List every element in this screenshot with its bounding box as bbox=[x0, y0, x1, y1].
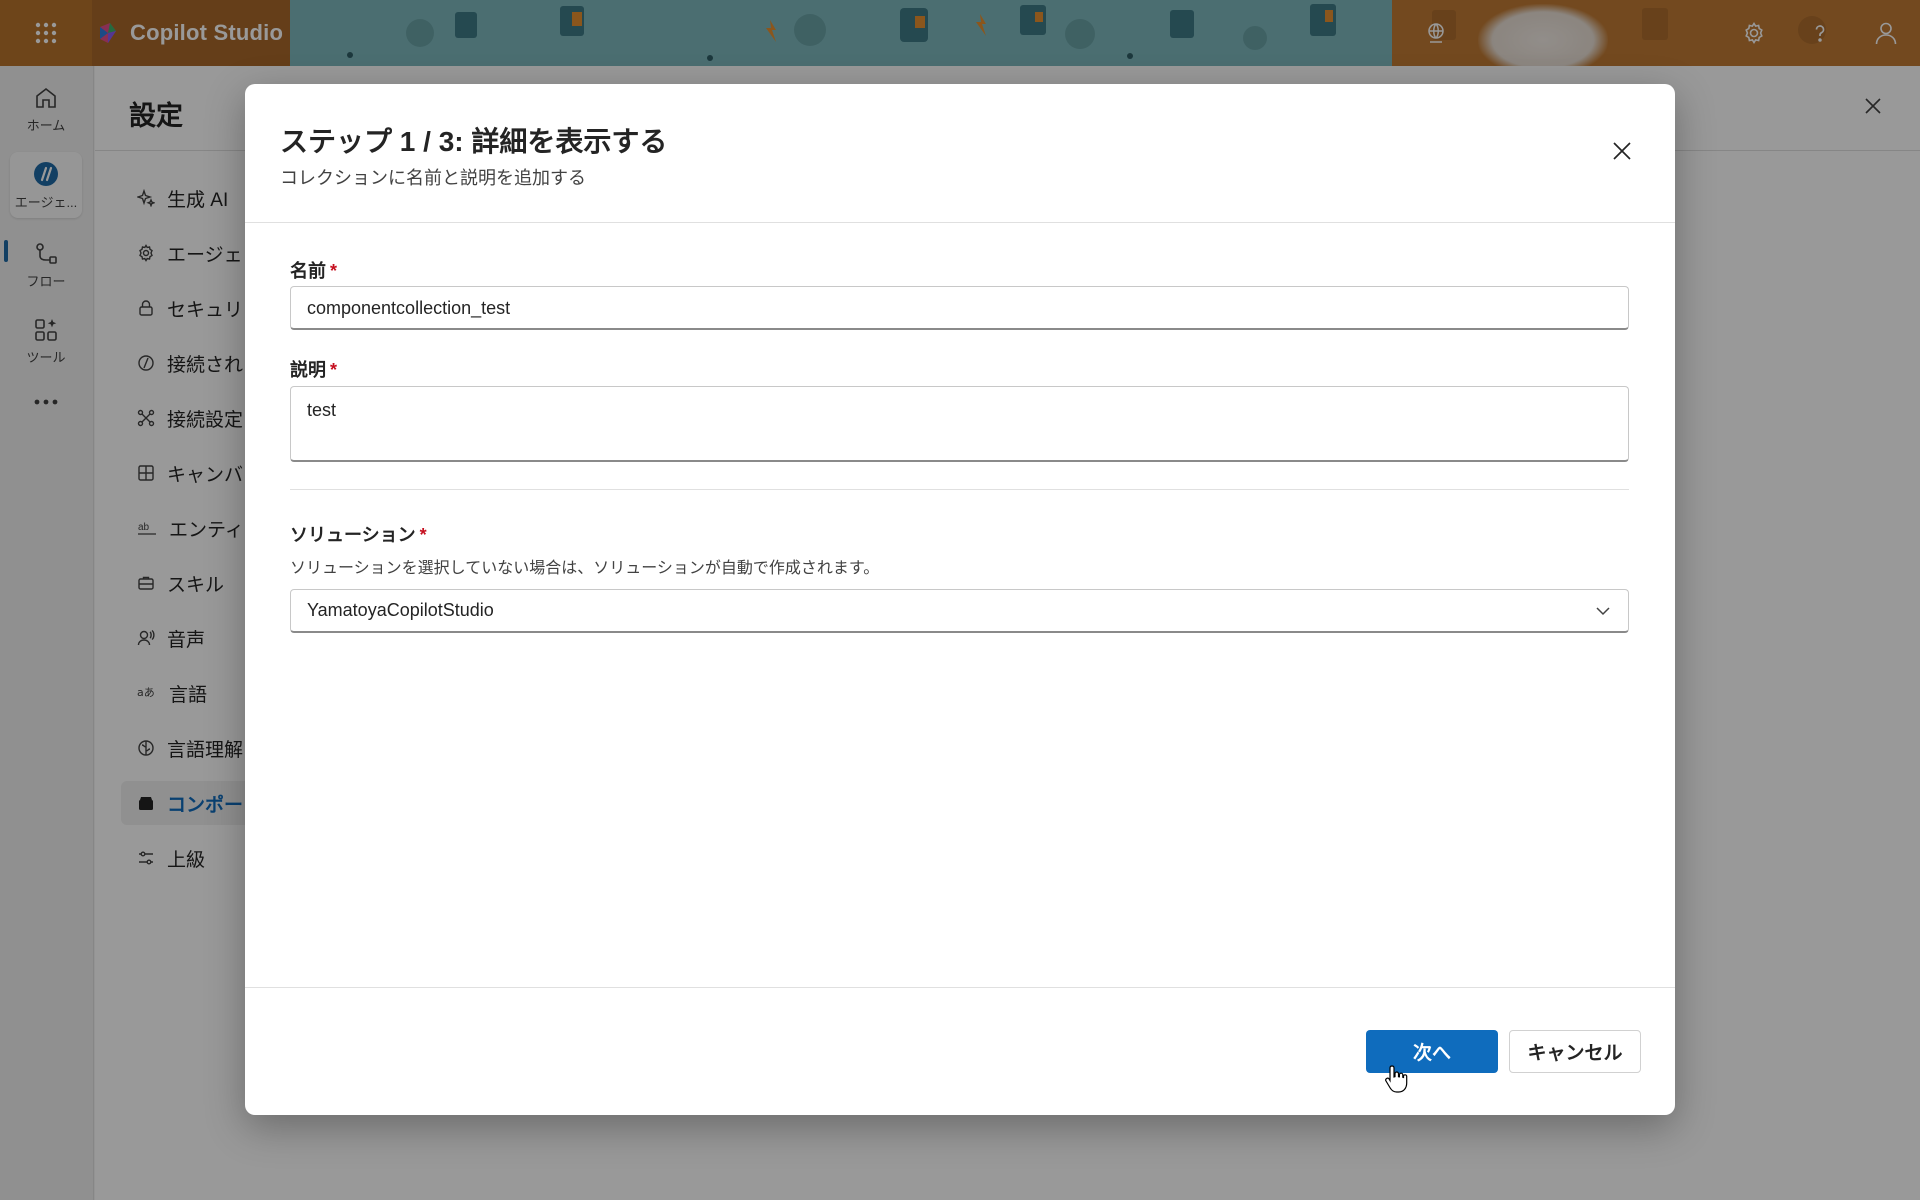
create-collection-dialog: ステップ 1 / 3: 詳細を表示する コレクションに名前と説明を追加する 名前… bbox=[245, 84, 1675, 1115]
close-icon bbox=[1613, 142, 1631, 160]
section-divider bbox=[290, 489, 1629, 490]
solution-selected-value: YamatoyaCopilotStudio bbox=[307, 600, 494, 620]
required-marker: * bbox=[419, 525, 427, 545]
cancel-button[interactable]: キャンセル bbox=[1509, 1030, 1641, 1073]
hand-cursor-icon bbox=[1385, 1065, 1408, 1093]
description-field-label: 説明 * bbox=[290, 356, 337, 382]
dialog-footer-divider bbox=[245, 987, 1675, 988]
required-marker: * bbox=[330, 261, 338, 281]
solution-field-label: ソリューション * bbox=[290, 521, 427, 547]
solution-hint: ソリューションを選択していない場合は、ソリューションが自動で作成されます。 bbox=[290, 560, 880, 577]
dialog-subtitle: コレクションに名前と説明を追加する bbox=[280, 168, 586, 188]
description-textarea[interactable]: test bbox=[290, 386, 1629, 462]
chevron-down-icon bbox=[1596, 606, 1610, 615]
description-label-text: 説明 bbox=[290, 360, 326, 380]
dialog-title: ステップ 1 / 3: 詳細を表示する bbox=[280, 126, 668, 157]
solution-label-text: ソリューション bbox=[290, 525, 416, 545]
solution-dropdown[interactable]: YamatoyaCopilotStudio bbox=[290, 589, 1629, 633]
dialog-close-button[interactable] bbox=[1607, 136, 1637, 166]
name-input[interactable]: componentcollection_test bbox=[290, 286, 1629, 330]
name-field-label: 名前 * bbox=[290, 257, 337, 283]
name-label-text: 名前 bbox=[290, 261, 326, 281]
required-marker: * bbox=[330, 360, 338, 380]
dialog-header-divider bbox=[245, 222, 1675, 223]
